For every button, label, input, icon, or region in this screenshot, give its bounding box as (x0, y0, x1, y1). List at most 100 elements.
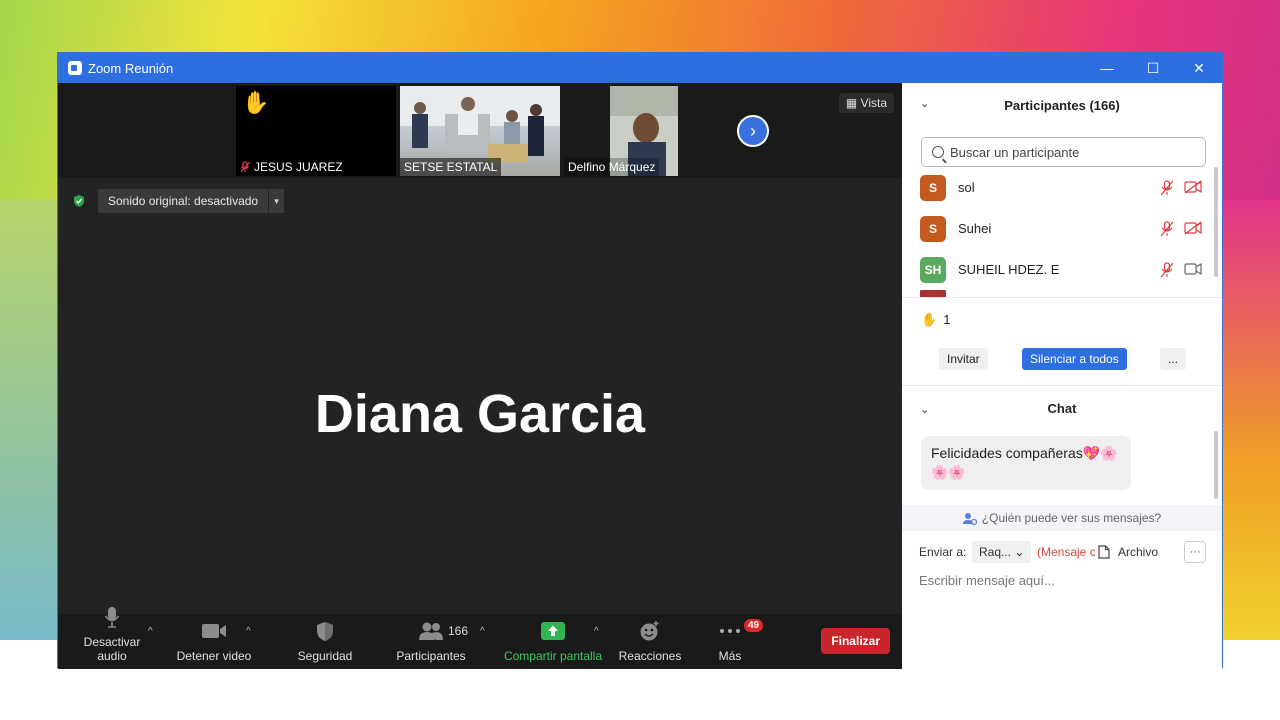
security-label: Seguridad (297, 649, 353, 663)
thumbnail-video[interactable]: Delfino Márquez (564, 86, 724, 176)
mic-muted-icon (1160, 261, 1174, 277)
encryption-shield-icon[interactable] (72, 194, 86, 208)
video-options-caret-icon[interactable]: ^ (246, 626, 251, 637)
file-button[interactable]: Archivo (1098, 545, 1158, 559)
send-to-row: Enviar a: Raq... ⌄ (Mensaje c Archivo ··… (902, 531, 1222, 573)
who-can-see-label: ¿Quién puede ver sus mensajes? (981, 511, 1162, 525)
mute-audio-button[interactable]: Desactivar audio (68, 605, 156, 663)
participant-row[interactable]: S sol (902, 167, 1222, 208)
chat-more-button[interactable]: ··· (1184, 541, 1206, 563)
chat-messages: Felicidades compañeras💖🌸🌸🌸 (902, 431, 1222, 505)
zoom-logo-icon (68, 61, 82, 75)
invite-button[interactable]: Invitar (939, 348, 988, 370)
thumbnail-video[interactable]: SETSE ESTATAL (400, 86, 560, 176)
raised-hands-row: ✋ 1 (902, 297, 1222, 341)
audio-options-caret-icon[interactable]: ^ (148, 626, 153, 637)
chat-message: Felicidades compañeras💖🌸🌸🌸 (921, 436, 1131, 490)
private-message-label: (Mensaje c (1037, 545, 1095, 559)
video-camera-icon (1184, 262, 1202, 275)
participant-row[interactable]: SH SUHEIL HDEZ. E (902, 249, 1222, 290)
video-off-icon (1184, 221, 1202, 234)
search-placeholder: Buscar un participante (950, 144, 1080, 160)
chat-title: Chat (1047, 401, 1077, 416)
avatar: S (920, 174, 946, 201)
view-button[interactable]: ▦ Vista (838, 93, 894, 113)
participant-actions: Invitar Silenciar a todos ... (902, 341, 1222, 377)
chat-header: ⌄ Chat (902, 385, 1222, 431)
video-camera-icon (202, 624, 226, 638)
raised-hands-count: 1 (943, 312, 951, 327)
stop-video-label: Detener video (176, 649, 252, 663)
grid-icon: ▦ (845, 96, 858, 110)
participants-more-button[interactable]: ... (1160, 348, 1187, 370)
raised-hand-icon: ✋ (921, 311, 938, 327)
search-icon (932, 146, 944, 158)
chevron-down-icon[interactable]: ⌄ (920, 403, 929, 416)
thumbnail-strip: ✋ JESUS JUAREZ SETSE ESTATAL Delfino Már… (58, 83, 902, 178)
background-left (0, 200, 60, 640)
send-to-label: Enviar a: (919, 545, 967, 559)
avatar (920, 290, 946, 297)
mute-all-button[interactable]: Silenciar a todos (1022, 348, 1127, 370)
zoom-window: Zoom Reunión — ☐ ✕ ✋ JESUS JUAREZ SETSE … (57, 52, 1223, 669)
window-title: Zoom Reunión (88, 60, 174, 76)
microphone-icon (104, 607, 120, 628)
participants-icon (419, 622, 443, 640)
thumbnail-name: SETSE ESTATAL (404, 160, 498, 174)
participants-header: ⌄ Participantes (166) (902, 83, 1222, 127)
avatar: SH (920, 256, 946, 283)
title-bar: Zoom Reunión — ☐ ✕ (58, 53, 1222, 83)
chevron-down-icon[interactable]: ▼ (268, 189, 284, 213)
participants-options-caret-icon[interactable]: ^ (480, 626, 485, 637)
share-screen-icon (541, 622, 565, 640)
chevron-down-icon: ⌄ (1014, 545, 1025, 559)
mute-audio-label: Desactivar audio (83, 635, 141, 663)
video-off-icon (1184, 180, 1202, 193)
thumbnail-video[interactable]: ✋ JESUS JUAREZ (236, 86, 396, 176)
maximize-button[interactable]: ☐ (1130, 53, 1176, 83)
participant-name: SUHEIL HDEZ. E (958, 262, 1060, 277)
reactions-button[interactable]: Reacciones (618, 619, 682, 663)
share-screen-label: Compartir pantalla (503, 649, 603, 663)
next-page-arrow-icon[interactable]: › (737, 115, 769, 147)
more-notification-badge: 49 (744, 619, 764, 632)
participant-name: Suhei (958, 221, 992, 236)
share-screen-button[interactable]: Compartir pantalla (502, 619, 604, 663)
participant-list: S sol S Suhei SH SUHEIL HDEZ. E (902, 167, 1222, 297)
participants-title: Participantes (166) (1004, 97, 1120, 113)
security-button[interactable]: Seguridad (294, 619, 356, 663)
stop-video-button[interactable]: Detener video (174, 619, 254, 663)
person-icon (962, 512, 977, 525)
minimize-button[interactable]: — (1084, 53, 1130, 83)
side-panel: ⌄ Participantes (166) Buscar un particip… (902, 83, 1222, 669)
participant-row[interactable]: S Suhei (902, 208, 1222, 249)
video-area: ✋ JESUS JUAREZ SETSE ESTATAL Delfino Már… (58, 83, 902, 669)
emoji-reactions-icon (640, 621, 659, 641)
raised-hand-icon: ✋ (242, 90, 270, 115)
chat-message-input[interactable]: Escribir mensaje aquí... (902, 573, 1222, 593)
participants-count: 166 (448, 624, 469, 638)
original-sound-toggle[interactable]: Sonido original: desactivado ▼ (98, 189, 285, 213)
meeting-toolbar: Desactivar audio ^ Detener video ^ Segur… (58, 607, 902, 669)
file-icon (1098, 545, 1110, 559)
mic-muted-icon (1160, 179, 1174, 195)
mic-muted-icon (240, 161, 251, 173)
background-right (1220, 200, 1280, 640)
close-button[interactable]: ✕ (1176, 53, 1222, 83)
participant-row[interactable] (902, 290, 1222, 297)
recipient-dropdown[interactable]: Raq... ⌄ (972, 541, 1032, 563)
share-options-caret-icon[interactable]: ^ (594, 626, 599, 637)
avatar: S (920, 215, 946, 242)
chat-scrollbar[interactable] (1214, 431, 1218, 499)
more-label: Más (718, 649, 742, 663)
participant-name: sol (958, 180, 975, 195)
chevron-down-icon[interactable]: ⌄ (920, 97, 929, 110)
mic-muted-icon (1160, 220, 1174, 236)
end-meeting-button[interactable]: Finalizar (821, 628, 890, 654)
message-visibility-link[interactable]: ¿Quién puede ver sus mensajes? (902, 505, 1222, 531)
participants-scrollbar[interactable] (1214, 167, 1218, 277)
participant-search-input[interactable]: Buscar un participante (921, 137, 1206, 167)
shield-icon (317, 621, 333, 641)
thumbnail-name: Delfino Márquez (568, 160, 656, 174)
more-dots-icon (720, 629, 740, 633)
